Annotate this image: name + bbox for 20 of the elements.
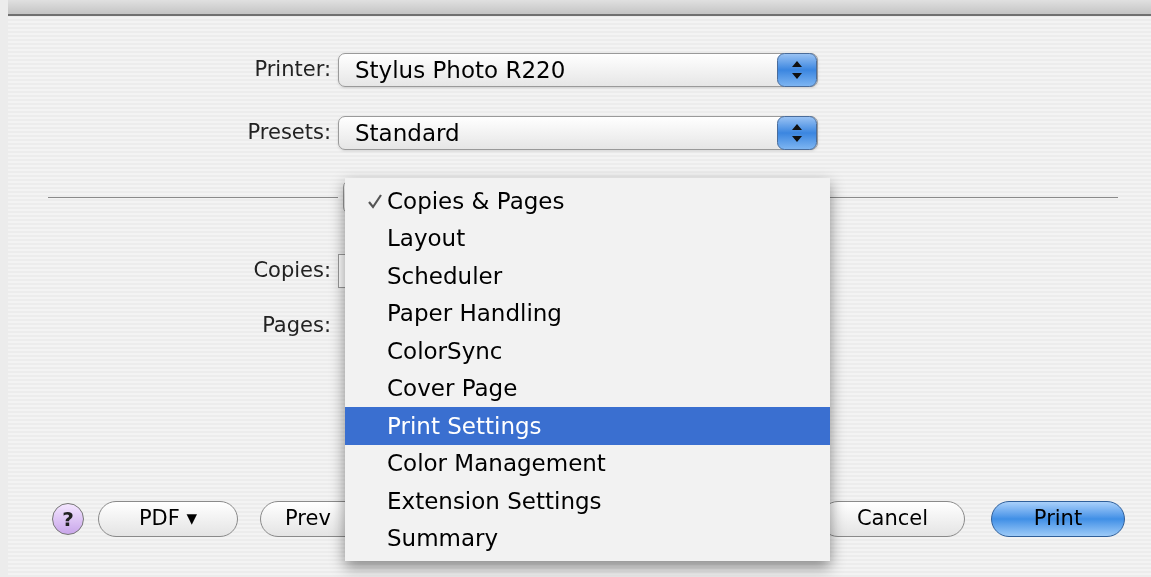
- menu-item[interactable]: Copies & Pages: [345, 182, 830, 220]
- field-label: Presets:: [246, 119, 332, 147]
- field-label: Pages:: [261, 312, 332, 339]
- print-button[interactable]: Print: [991, 501, 1125, 537]
- menu-item[interactable]: Layout: [345, 219, 830, 257]
- presets-select[interactable]: Standard: [338, 116, 818, 150]
- pdf-button[interactable]: PDF ▾: [98, 501, 238, 537]
- menu-item[interactable]: Color Management: [345, 444, 830, 482]
- field-label: Copies:: [252, 257, 332, 285]
- stepper-icon: [777, 116, 817, 150]
- checkmark-icon: [367, 192, 383, 209]
- menu-item[interactable]: Paper Handling: [345, 294, 830, 332]
- help-button[interactable]: ?: [52, 503, 84, 535]
- printer-select[interactable]: Stylus Photo R220: [338, 53, 818, 87]
- menu-item[interactable]: ColorSync: [345, 332, 830, 370]
- menu-item[interactable]: Scheduler: [345, 257, 830, 295]
- menu-item[interactable]: Cover Page: [345, 369, 830, 407]
- stepper-icon: [777, 53, 817, 87]
- field-label: Printer:: [253, 56, 332, 84]
- menu-item[interactable]: Print Settings: [345, 407, 830, 445]
